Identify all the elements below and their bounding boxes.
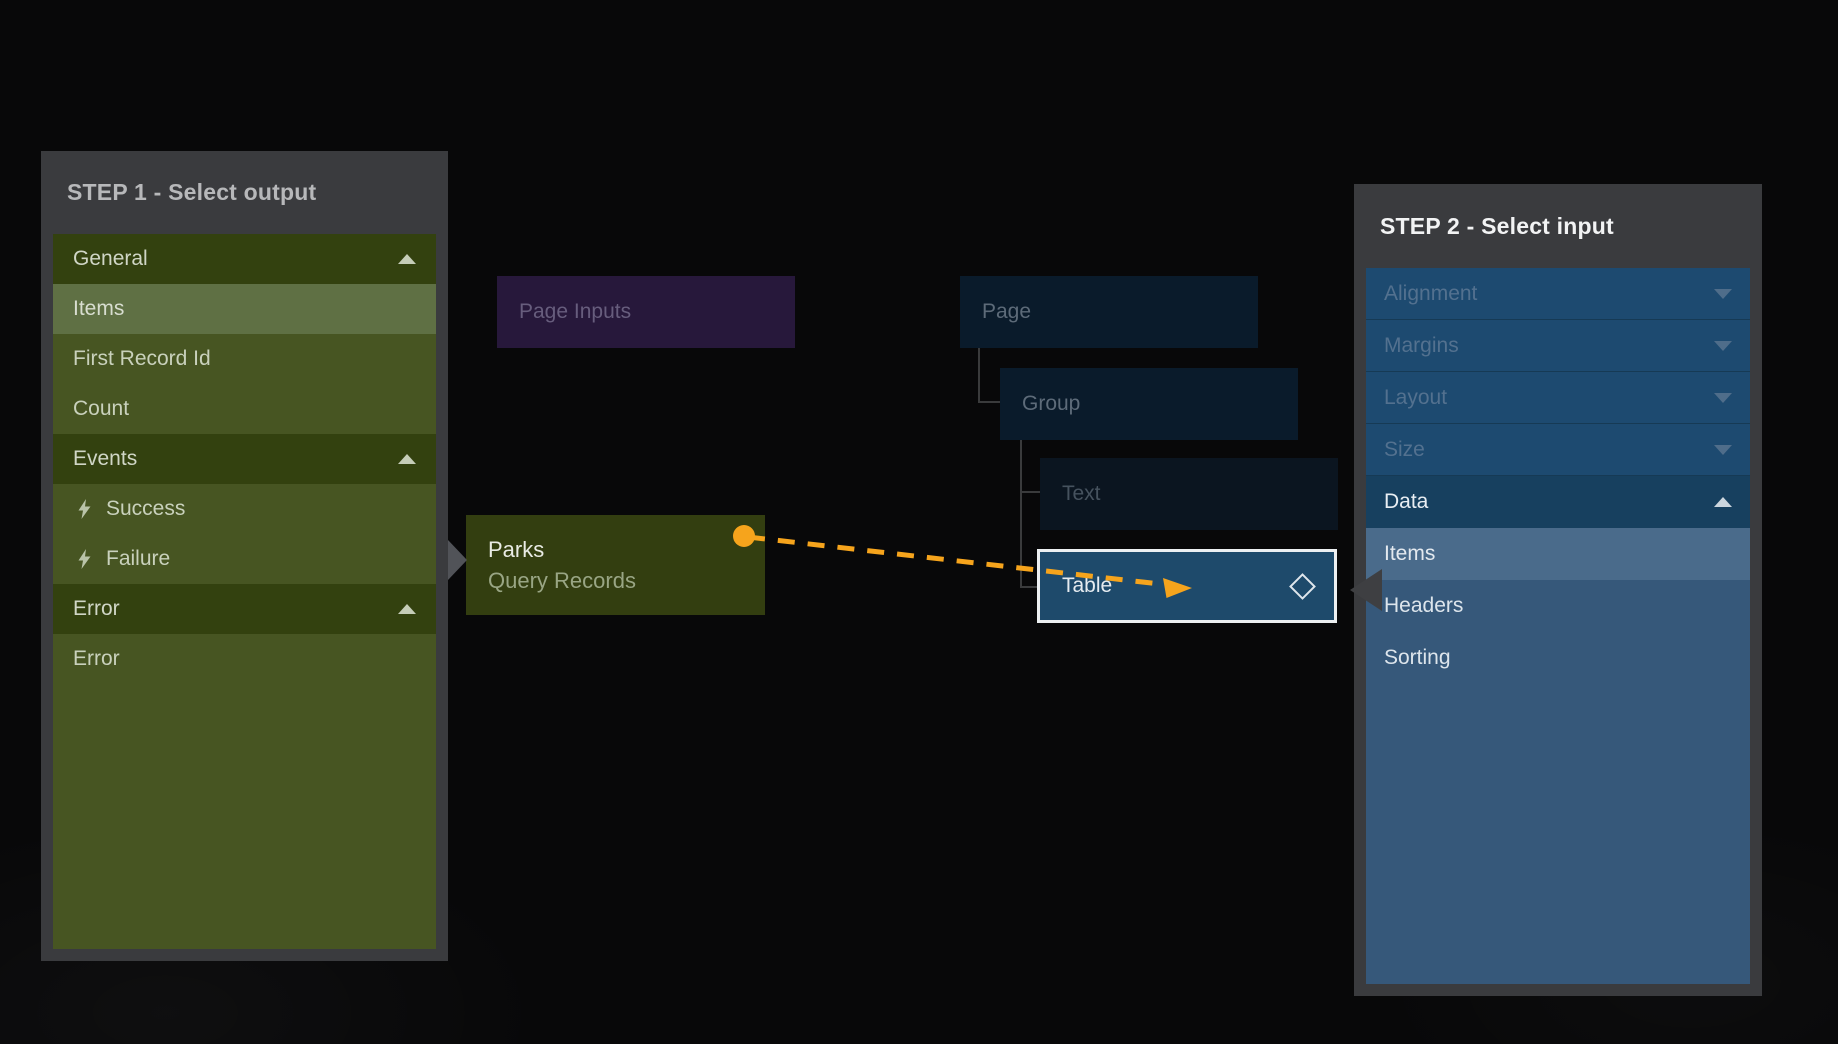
- chevron-up-icon: [398, 254, 416, 264]
- item-label: Items: [73, 297, 416, 321]
- chevron-up-icon: [398, 604, 416, 614]
- section-label: Margins: [1384, 334, 1714, 358]
- input-item-headers[interactable]: Headers: [1366, 580, 1750, 632]
- node-page-inputs[interactable]: Page Inputs: [497, 276, 795, 348]
- item-label: Error: [73, 647, 416, 671]
- input-section-data[interactable]: Data: [1366, 476, 1750, 528]
- input-section-layout[interactable]: Layout: [1366, 372, 1750, 424]
- output-item-success[interactable]: Success: [53, 484, 436, 534]
- output-item-first-record-id[interactable]: First Record Id: [53, 334, 436, 384]
- node-table-drop-target[interactable]: Table: [1037, 549, 1337, 623]
- item-label: Success: [106, 497, 416, 521]
- output-section-general[interactable]: General: [53, 234, 436, 284]
- step1-output-panel: STEP 1 - Select output General Items Fir…: [41, 151, 448, 961]
- step1-panel-title: STEP 1 - Select output: [41, 151, 448, 234]
- chevron-up-icon: [1714, 497, 1732, 507]
- input-section-size[interactable]: Size: [1366, 424, 1750, 476]
- node-text[interactable]: Text: [1040, 458, 1338, 530]
- item-label: Count: [73, 397, 416, 421]
- chevron-down-icon: [1714, 289, 1732, 299]
- node-parks-query-records[interactable]: Parks Query Records: [466, 515, 765, 615]
- tree-connector-line: [978, 348, 980, 403]
- section-label: Error: [73, 597, 398, 621]
- node-label: Table: [1062, 574, 1112, 598]
- item-label: Failure: [106, 547, 416, 571]
- input-item-sorting[interactable]: Sorting: [1366, 632, 1750, 684]
- chevron-down-icon: [1714, 341, 1732, 351]
- output-item-failure[interactable]: Failure: [53, 534, 436, 584]
- tree-connector-line: [1020, 440, 1022, 588]
- binding-editor-canvas: Page Inputs Page Group Text Table Parks …: [0, 0, 1838, 1044]
- output-item-error[interactable]: Error: [53, 634, 436, 684]
- panel-output-arrow-icon: [448, 540, 467, 580]
- output-section-error[interactable]: Error: [53, 584, 436, 634]
- step2-input-list: Alignment Margins Layout Size Data Items: [1366, 268, 1750, 984]
- tree-connector-line: [1020, 491, 1040, 493]
- step1-output-list: General Items First Record Id Count Even…: [53, 234, 436, 949]
- panel-input-arrow-icon: [1350, 569, 1382, 611]
- item-label: Items: [1384, 542, 1732, 566]
- section-label: Alignment: [1384, 282, 1714, 306]
- node-subtitle: Query Records: [488, 568, 636, 594]
- chevron-up-icon: [398, 454, 416, 464]
- tree-connector-line: [978, 401, 1000, 403]
- diamond-icon: [1289, 573, 1316, 600]
- output-item-count[interactable]: Count: [53, 384, 436, 434]
- input-section-alignment[interactable]: Alignment: [1366, 268, 1750, 320]
- section-label: Layout: [1384, 386, 1714, 410]
- output-item-items[interactable]: Items: [53, 284, 436, 334]
- input-section-margins[interactable]: Margins: [1366, 320, 1750, 372]
- lightning-icon: [77, 549, 92, 569]
- output-section-events[interactable]: Events: [53, 434, 436, 484]
- node-label: Page Inputs: [519, 300, 631, 324]
- node-group[interactable]: Group: [1000, 368, 1298, 440]
- item-label: Headers: [1384, 594, 1732, 618]
- item-label: First Record Id: [73, 347, 416, 371]
- lightning-icon: [77, 499, 92, 519]
- node-page[interactable]: Page: [960, 276, 1258, 348]
- item-label: Sorting: [1384, 646, 1732, 670]
- node-title: Parks: [488, 537, 544, 563]
- tree-connector-line: [1020, 586, 1037, 588]
- step2-input-panel: STEP 2 - Select input Alignment Margins …: [1354, 184, 1762, 996]
- node-label: Text: [1062, 482, 1101, 506]
- chevron-down-icon: [1714, 445, 1732, 455]
- section-label: Events: [73, 447, 398, 471]
- chevron-down-icon: [1714, 393, 1732, 403]
- section-label: Data: [1384, 490, 1714, 514]
- section-label: General: [73, 247, 398, 271]
- node-label: Page: [982, 300, 1031, 324]
- node-label: Group: [1022, 392, 1080, 416]
- step2-panel-title: STEP 2 - Select input: [1354, 184, 1762, 268]
- input-item-items[interactable]: Items: [1366, 528, 1750, 580]
- section-label: Size: [1384, 438, 1714, 462]
